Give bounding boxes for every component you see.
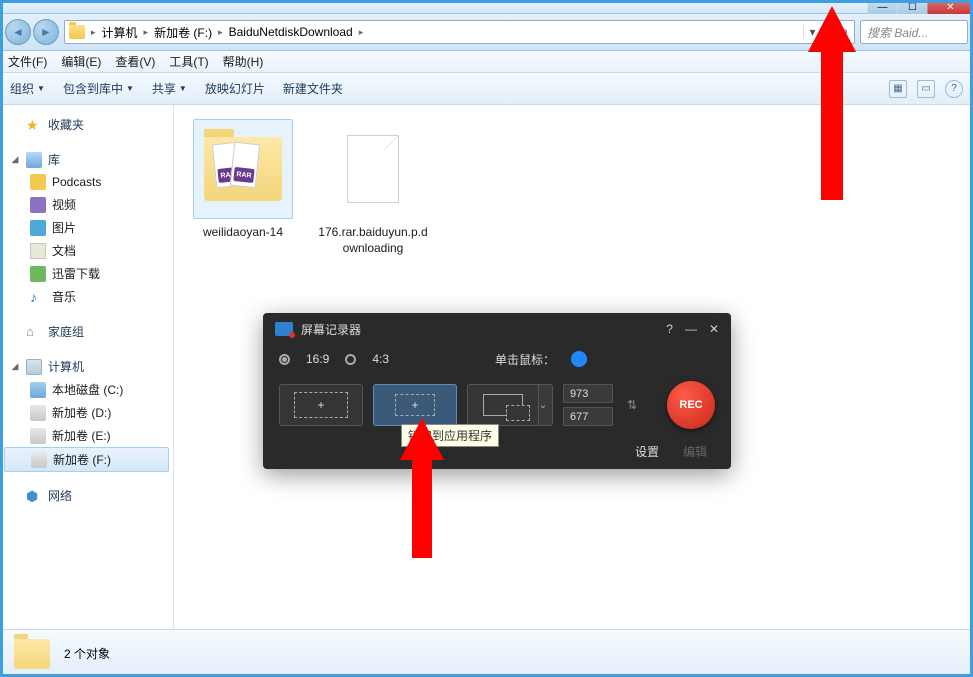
link-dimensions-icon[interactable]: ⇅ [623, 398, 641, 412]
recorder-titlebar[interactable]: 屏幕记录器 ? — ✕ [263, 313, 731, 345]
window-maximize-button[interactable]: ☐ [897, 0, 927, 14]
capture-fullscreen-button[interactable]: + [279, 384, 363, 426]
width-input[interactable]: 973 [563, 384, 613, 403]
menu-edit[interactable]: 编辑(E) [61, 53, 101, 70]
file-item-folder[interactable]: RAR RAR weilidaoyan-14 [188, 119, 298, 241]
sidebar-network[interactable]: ⬢网络 [0, 484, 173, 507]
sidebar-libraries[interactable]: ◢库 [0, 148, 173, 171]
record-button[interactable]: REC [667, 381, 715, 429]
recorder-title: 屏幕记录器 [301, 321, 361, 338]
ratio-169-radio[interactable] [279, 354, 290, 365]
sidebar-drive-d[interactable]: 新加卷 (D:) [0, 401, 173, 424]
recorder-app-icon [275, 322, 293, 336]
status-folder-icon [14, 639, 50, 669]
menu-file[interactable]: 文件(F) [8, 53, 47, 70]
toolbar-include[interactable]: 包含到库中▼ [63, 80, 134, 97]
help-button[interactable]: ? [945, 80, 963, 98]
window-close-button[interactable]: ✕ [927, 0, 973, 14]
sidebar-item-podcasts[interactable]: Podcasts [0, 171, 173, 193]
search-input[interactable]: 搜索 Baid... [860, 20, 968, 44]
annotation-arrow-top [808, 6, 856, 200]
sidebar-item-video[interactable]: 视频 [0, 193, 173, 216]
nav-back-button[interactable]: ◄ [5, 19, 31, 45]
sidebar-computer[interactable]: ◢计算机 [0, 355, 173, 378]
recorder-close-button[interactable]: ✕ [709, 322, 719, 336]
preview-pane-button[interactable]: ▭ [917, 80, 935, 98]
ratio-43-radio[interactable] [345, 354, 356, 365]
address-bar[interactable]: ▸ 计算机 ▸ 新加卷 (F:) ▸ BaiduNetdiskDownload … [64, 20, 826, 44]
status-text: 2 个对象 [64, 645, 110, 662]
crumb-computer[interactable]: 计算机 [102, 24, 138, 41]
crumb-sep-icon: ▸ [91, 27, 96, 38]
recorder-minimize-button[interactable]: — [685, 322, 697, 336]
capture-window-button[interactable] [467, 384, 539, 426]
view-mode-button[interactable]: ▦ [889, 80, 907, 98]
window-controls: — ☐ ✕ [867, 0, 973, 14]
recorder-help-button[interactable]: ? [666, 322, 673, 336]
height-input[interactable]: 677 [563, 407, 613, 426]
sidebar-drive-f[interactable]: 新加卷 (F:) [4, 447, 169, 472]
toolbar-share[interactable]: 共享▼ [152, 80, 187, 97]
file-label: 176.rar.baiduyun.p.downloading [318, 225, 428, 256]
sidebar-drive-c[interactable]: 本地磁盘 (C:) [0, 378, 173, 401]
file-item-downloading[interactable]: 176.rar.baiduyun.p.downloading [318, 119, 428, 256]
sidebar-favorites[interactable]: ★收藏夹 [0, 113, 173, 136]
sidebar-item-docs[interactable]: 文档 [0, 239, 173, 262]
toolbar-newfolder[interactable]: 新建文件夹 [283, 80, 343, 97]
file-thumb-icon [347, 135, 399, 203]
file-label: weilidaoyan-14 [188, 225, 298, 241]
sidebar-drive-e[interactable]: 新加卷 (E:) [0, 424, 173, 447]
click-label: 单击鼠标： [495, 351, 555, 368]
crumb-folder[interactable]: BaiduNetdiskDownload [229, 25, 353, 39]
crumb-sep-icon: ▸ [144, 27, 149, 38]
sidebar-item-pictures[interactable]: 图片 [0, 216, 173, 239]
sidebar-homegroup[interactable]: ⌂家庭组 [0, 320, 173, 343]
recorder-settings-button[interactable]: 设置 [635, 443, 659, 460]
window-minimize-button[interactable]: — [867, 0, 897, 14]
sidebar: ★收藏夹 ◢库 Podcasts 视频 图片 文档 迅雷下载 ♪音乐 ⌂家庭组 … [0, 105, 174, 629]
ratio-43-label: 4:3 [372, 352, 389, 366]
sidebar-item-music[interactable]: ♪音乐 [0, 285, 173, 308]
crumb-drive[interactable]: 新加卷 (F:) [154, 24, 212, 41]
crumb-sep-icon: ▸ [218, 27, 223, 38]
annotation-arrow-bottom [400, 418, 444, 558]
ratio-169-label: 16:9 [306, 352, 329, 366]
crumb-sep-icon: ▸ [359, 27, 364, 38]
menu-tools[interactable]: 工具(T) [169, 53, 208, 70]
menu-help[interactable]: 帮助(H) [223, 53, 264, 70]
folder-icon [69, 25, 85, 39]
toolbar-organize[interactable]: 组织▼ [10, 80, 45, 97]
click-color-button[interactable] [571, 351, 587, 367]
recorder-edit-button: 编辑 [683, 443, 707, 460]
status-bar: 2 个对象 [0, 629, 973, 677]
nav-forward-button[interactable]: ► [33, 19, 59, 45]
sidebar-item-downloads[interactable]: 迅雷下载 [0, 262, 173, 285]
toolbar-slideshow[interactable]: 放映幻灯片 [205, 80, 265, 97]
menu-view[interactable]: 查看(V) [115, 53, 155, 70]
folder-thumb-icon: RAR RAR [204, 137, 282, 201]
